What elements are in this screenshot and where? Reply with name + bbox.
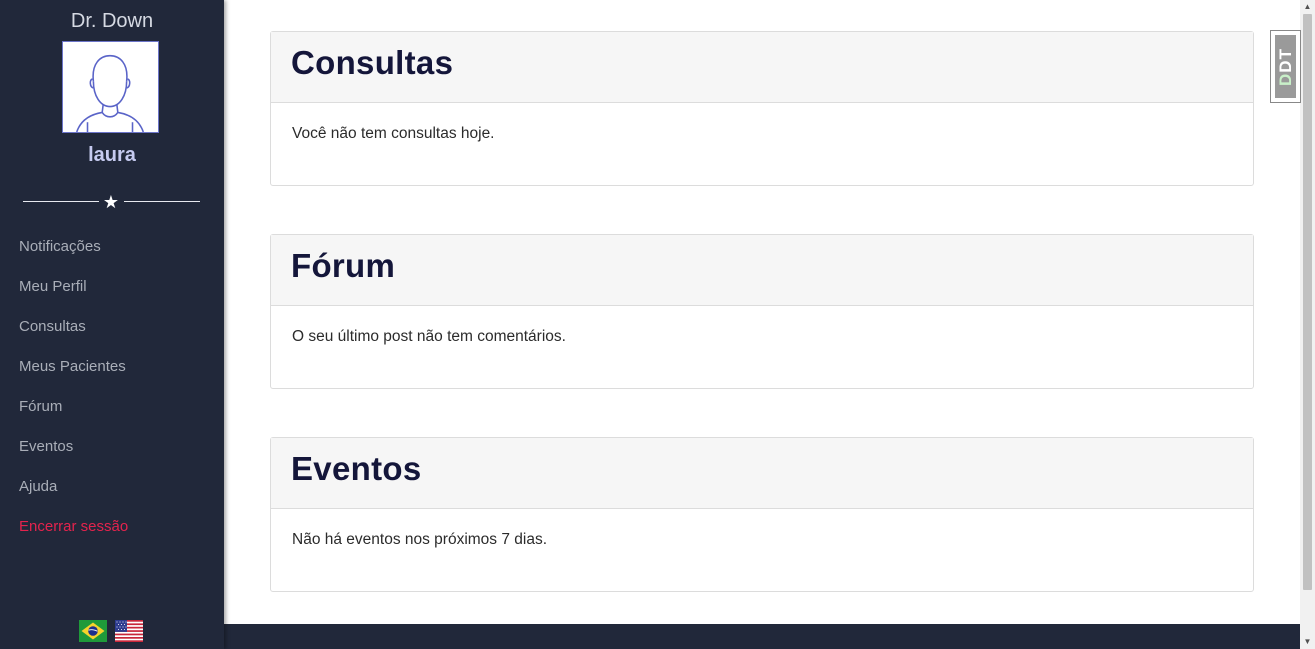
brazil-flag-icon[interactable] [79,620,107,642]
sidebar-item-meu-perfil[interactable]: Meu Perfil [0,270,224,310]
ddt-badge[interactable]: DDT [1270,30,1301,103]
sidebar-item-notificacoes[interactable]: Notificações [0,230,224,270]
ddt-logo-icon: DDT [1275,47,1295,86]
forum-card: Fórum O seu último post não tem comentár… [270,234,1254,389]
ddt-badge-inner: DDT [1275,35,1296,98]
card-body: O seu último post não tem comentários. [292,328,566,345]
scroll-up-icon[interactable]: ▲ [1300,0,1315,14]
star-icon: ★ [102,192,120,212]
sidebar-item-eventos[interactable]: Eventos [0,430,224,470]
language-selector [79,620,147,642]
sidebar-item-meus-pacientes[interactable]: Meus Pacientes [0,350,224,390]
avatar[interactable] [62,41,159,133]
sidebar-item-consultas[interactable]: Consultas [0,310,224,350]
scrollbar[interactable]: ▲ ▼ [1300,0,1315,649]
eventos-card: Eventos Não há eventos nos próximos 7 di… [270,437,1254,592]
card-title: Eventos [291,450,422,487]
card-title: Consultas [291,44,454,81]
usa-flag-icon[interactable] [115,620,144,642]
sidebar: Dr. Down laura ★ Notificações Meu Perfil… [0,0,224,649]
logout-link[interactable]: Encerrar sessão [0,510,224,550]
scroll-down-icon[interactable]: ▼ [1300,635,1315,649]
sidebar-item-forum[interactable]: Fórum [0,390,224,430]
card-header: Fórum [271,235,1253,306]
user-avatar-icon [76,54,145,132]
consultas-card: Consultas Você não tem consultas hoje. [270,31,1254,186]
card-body: Não há eventos nos próximos 7 dias. [292,531,548,548]
card-title: Fórum [291,247,396,284]
footer [224,624,1301,649]
scrollbar-thumb[interactable] [1303,14,1312,590]
card-body: Você não tem consultas hoje. [292,125,495,142]
brand-name: Dr. Down [70,10,154,32]
card-header: Consultas [271,32,1253,103]
username[interactable]: laura [0,144,224,167]
sidebar-item-ajuda[interactable]: Ajuda [0,470,224,510]
card-header: Eventos [271,438,1253,509]
divider-line [23,201,99,202]
sidebar-nav: Notificações Meu Perfil Consultas Meus P… [0,230,224,550]
divider-line [124,201,200,202]
star-divider: ★ [23,192,200,212]
